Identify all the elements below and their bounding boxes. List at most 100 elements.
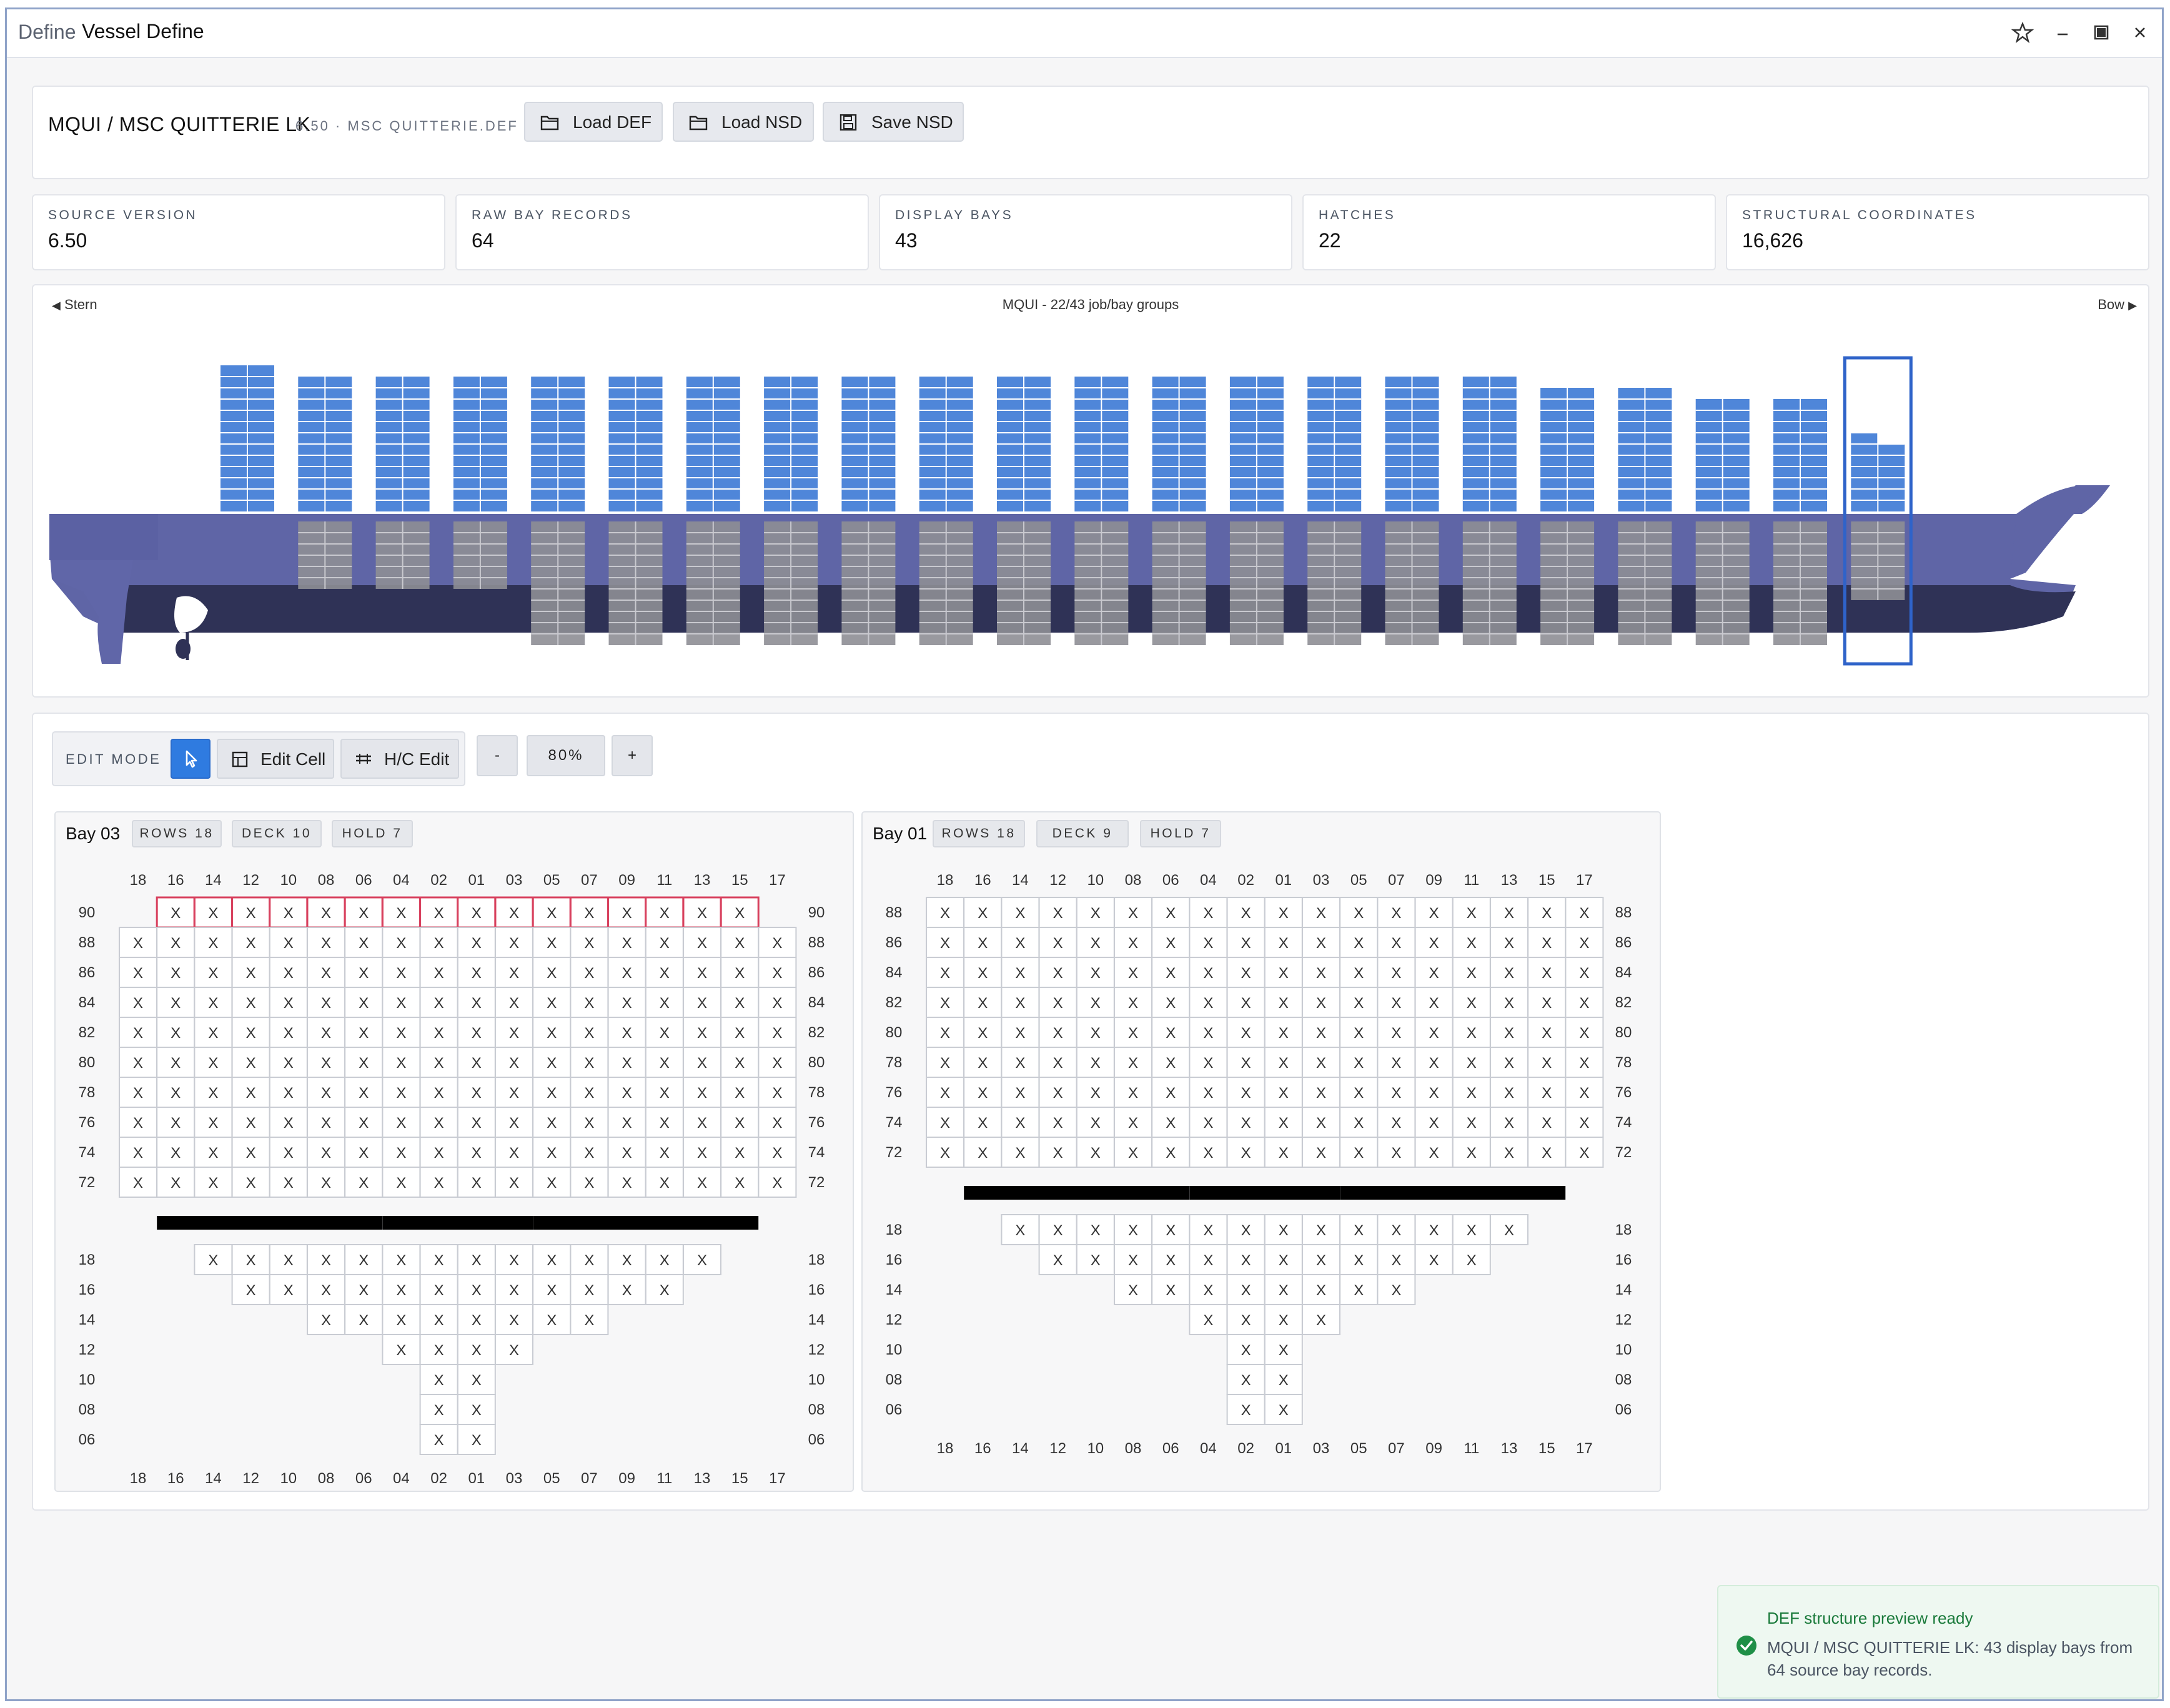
slot-mark[interactable]: X [978, 965, 988, 982]
slot-mark[interactable]: X [1316, 1025, 1326, 1042]
slot-mark[interactable]: X [321, 1115, 331, 1132]
slot-mark[interactable]: X [697, 995, 707, 1012]
slot-mark[interactable]: X [208, 995, 218, 1012]
slot-mark[interactable]: X [396, 1175, 406, 1192]
slot-mark[interactable]: X [978, 1115, 988, 1132]
slot-mark[interactable]: X [1128, 1252, 1138, 1269]
slot-mark[interactable]: X [1241, 1055, 1251, 1072]
slot-mark[interactable]: X [1203, 1085, 1213, 1102]
slot-mark[interactable]: X [208, 1085, 218, 1102]
slot-mark[interactable]: X [1091, 1222, 1101, 1239]
slot-mark[interactable]: X [940, 1115, 950, 1132]
slot-mark[interactable]: X [472, 1175, 482, 1192]
slot-mark[interactable]: X [1128, 1282, 1138, 1299]
slot-mark[interactable]: X [1316, 1145, 1326, 1162]
slot-mark[interactable]: X [208, 965, 218, 982]
slot-mark[interactable]: X [1279, 965, 1289, 982]
slot-mark[interactable]: X [396, 1025, 406, 1042]
slot-mark[interactable]: X [735, 1175, 745, 1192]
slot-mark[interactable]: X [171, 1115, 181, 1132]
slot-mark[interactable]: X [1504, 1085, 1514, 1102]
slot-mark[interactable]: X [1467, 905, 1477, 922]
slot-mark[interactable]: X [509, 1282, 519, 1299]
slot-mark[interactable]: X [1504, 1115, 1514, 1132]
slot-mark[interactable]: X [660, 1025, 670, 1042]
slot-mark[interactable]: X [1467, 1115, 1477, 1132]
slot-mark[interactable]: X [547, 965, 557, 982]
slot-mark[interactable]: X [1091, 1085, 1101, 1102]
slot-mark[interactable]: X [171, 995, 181, 1012]
slot-mark[interactable]: X [697, 1115, 707, 1132]
slot-mark[interactable]: X [1241, 1252, 1251, 1269]
slot-mark[interactable]: X [1091, 1055, 1101, 1072]
slot-mark[interactable]: X [208, 1115, 218, 1132]
slot-mark[interactable]: X [1053, 1115, 1063, 1132]
slot-mark[interactable]: X [1467, 995, 1477, 1012]
slot-mark[interactable]: X [622, 1145, 632, 1162]
toast-notification[interactable]: DEF structure preview ready MQUI / MSC Q… [1717, 1585, 2159, 1699]
slot-mark[interactable]: X [622, 1055, 632, 1072]
slot-mark[interactable]: X [547, 1175, 557, 1192]
slot-mark[interactable]: X [584, 1145, 594, 1162]
slot-mark[interactable]: X [772, 965, 782, 982]
slot-mark[interactable]: X [1579, 1025, 1589, 1042]
slot-mark[interactable]: X [940, 1145, 950, 1162]
slot-mark[interactable]: X [171, 905, 181, 922]
slot-mark[interactable]: X [1354, 1025, 1364, 1042]
slot-mark[interactable]: X [472, 1312, 482, 1329]
slot-mark[interactable]: X [1128, 965, 1138, 982]
slot-mark[interactable]: X [1579, 1055, 1589, 1072]
slot-mark[interactable]: X [509, 1085, 519, 1102]
slot-mark[interactable]: X [1053, 1055, 1063, 1072]
slot-mark[interactable]: X [359, 905, 369, 922]
slot-mark[interactable]: X [1504, 1025, 1514, 1042]
slot-mark[interactable]: X [660, 1145, 670, 1162]
slot-mark[interactable]: X [1279, 1115, 1289, 1132]
slot-mark[interactable]: X [472, 1115, 482, 1132]
slot-mark[interactable]: X [1467, 1145, 1477, 1162]
slot-mark[interactable]: X [697, 1025, 707, 1042]
maximize-icon[interactable] [2087, 18, 2116, 47]
slot-mark[interactable]: X [1467, 965, 1477, 982]
slot-mark[interactable]: X [434, 1432, 444, 1449]
slot-mark[interactable]: X [1241, 935, 1251, 952]
slot-mark[interactable]: X [359, 1282, 369, 1299]
slot-mark[interactable]: X [622, 1252, 632, 1269]
slot-mark[interactable]: X [622, 995, 632, 1012]
slot-mark[interactable]: X [472, 1252, 482, 1269]
slot-mark[interactable]: X [735, 905, 745, 922]
slot-mark[interactable]: X [396, 1085, 406, 1102]
slot-mark[interactable]: X [359, 1115, 369, 1132]
slot-mark[interactable]: X [584, 1282, 594, 1299]
slot-mark[interactable]: X [434, 1312, 444, 1329]
slot-mark[interactable]: X [472, 935, 482, 952]
slot-mark[interactable]: X [1316, 1115, 1326, 1132]
select-mode-button[interactable] [171, 739, 211, 779]
slot-mark[interactable]: X [1203, 1252, 1213, 1269]
slot-mark[interactable]: X [359, 1252, 369, 1269]
slot-mark[interactable]: X [1467, 1085, 1477, 1102]
slot-mark[interactable]: X [509, 1175, 519, 1192]
slot-mark[interactable]: X [772, 935, 782, 952]
slot-mark[interactable]: X [1316, 905, 1326, 922]
slot-mark[interactable]: X [1429, 905, 1439, 922]
slot-mark[interactable]: X [1166, 1145, 1176, 1162]
slot-mark[interactable]: X [660, 995, 670, 1012]
star-icon[interactable] [2008, 18, 2037, 47]
slot-mark[interactable]: X [1391, 905, 1401, 922]
slot-mark[interactable]: X [1279, 1282, 1289, 1299]
slot-mark[interactable]: X [622, 1175, 632, 1192]
slot-mark[interactable]: X [1166, 1252, 1176, 1269]
slot-mark[interactable]: X [509, 1145, 519, 1162]
slot-mark[interactable]: X [472, 905, 482, 922]
slot-mark[interactable]: X [472, 1055, 482, 1072]
slot-mark[interactable]: X [1015, 1085, 1025, 1102]
slot-mark[interactable]: X [1241, 1025, 1251, 1042]
slot-mark[interactable]: X [1542, 1085, 1552, 1102]
slot-mark[interactable]: X [321, 1312, 331, 1329]
slot-mark[interactable]: X [1316, 965, 1326, 982]
slot-mark[interactable]: X [735, 1115, 745, 1132]
slot-mark[interactable]: X [547, 1085, 557, 1102]
slot-mark[interactable]: X [133, 935, 143, 952]
slot-mark[interactable]: X [208, 935, 218, 952]
